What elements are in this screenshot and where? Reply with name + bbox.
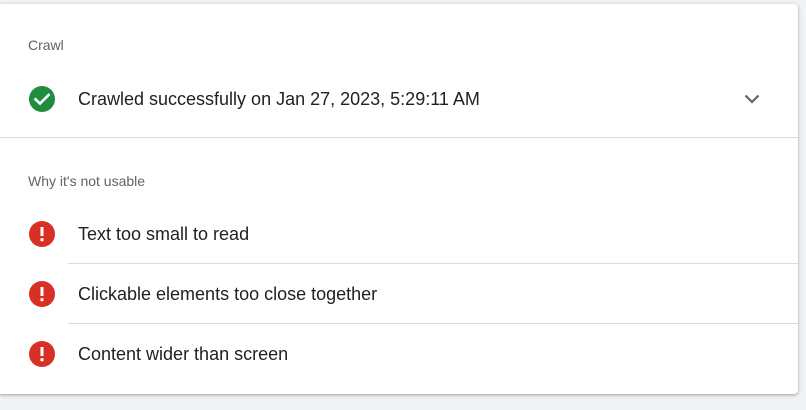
section-divider: [0, 137, 798, 138]
crawl-status-row[interactable]: Crawled successfully on Jan 27, 2023, 5:…: [0, 69, 798, 129]
issue-row-clickable-elements[interactable]: Clickable elements too close together: [0, 264, 798, 324]
usability-section-title: Why it's not usable: [28, 173, 146, 189]
error-circle-icon: [29, 341, 55, 367]
issue-label: Content wider than screen: [78, 343, 289, 364]
check-circle-icon: [29, 86, 55, 112]
error-circle-icon: [29, 281, 55, 307]
issue-row-text-too-small[interactable]: Text too small to read: [0, 204, 798, 264]
inspection-card: Crawl Crawled successfully on Jan 27, 20…: [0, 4, 798, 394]
issue-label: Clickable elements too close together: [78, 283, 378, 304]
chevron-down-icon[interactable]: [740, 87, 764, 111]
issue-row-content-wider[interactable]: Content wider than screen: [0, 324, 798, 384]
crawl-status-text: Crawled successfully on Jan 27, 2023, 5:…: [78, 88, 480, 109]
error-circle-icon: [29, 221, 55, 247]
issue-label: Text too small to read: [78, 223, 250, 244]
crawl-section-title: Crawl: [28, 37, 64, 53]
